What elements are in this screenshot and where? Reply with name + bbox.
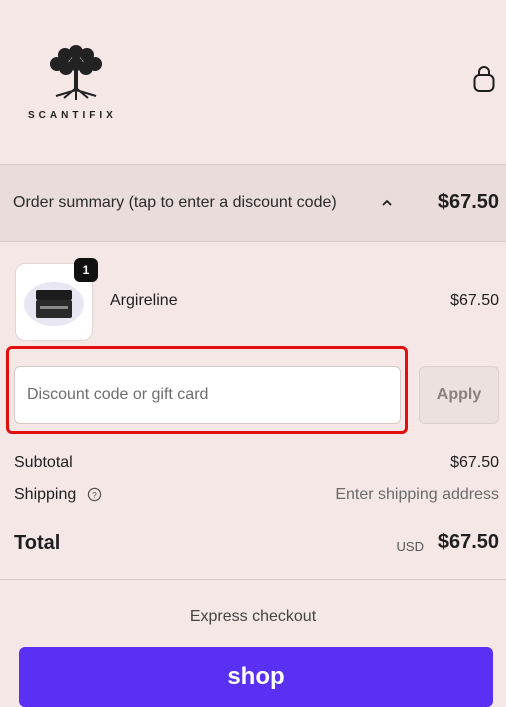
express-checkout-label: Express checkout (189, 608, 317, 625)
order-summary-label: Order summary (tap to enter a discount c… (13, 194, 337, 211)
order-summary-total: $67.50 (437, 191, 499, 213)
shipping-label: Shipping (14, 486, 77, 503)
apply-button[interactable]: Apply (419, 366, 499, 424)
order-summary-toggle[interactable]: Order summary (tap to enter a discount c… (0, 165, 506, 242)
brand-name: SCANTIFIX (28, 110, 117, 121)
total-value: $67.50 (437, 531, 499, 553)
svg-text:?: ? (92, 490, 97, 500)
subtotal-value: $67.50 (450, 454, 499, 471)
divider (0, 579, 506, 580)
product-price: $67.50 (450, 292, 499, 309)
help-icon[interactable]: ? (87, 487, 102, 502)
currency-code: USD (396, 539, 424, 554)
discount-code-input[interactable] (14, 366, 401, 424)
subtotal-label: Subtotal (14, 454, 73, 471)
chevron-up-icon (382, 199, 392, 206)
tree-logo-icon (50, 45, 102, 100)
checkout-header: SCANTIFIX (0, 0, 506, 165)
product-name: Argireline (110, 292, 178, 309)
total-label: Total (14, 532, 61, 554)
quantity-badge: 1 (74, 258, 98, 282)
shipping-value: Enter shipping address (335, 486, 499, 503)
shopping-bag-icon[interactable] (472, 66, 496, 94)
shop-pay-button[interactable]: shop (19, 647, 493, 707)
store-logo[interactable]: SCANTIFIX (26, 38, 126, 121)
